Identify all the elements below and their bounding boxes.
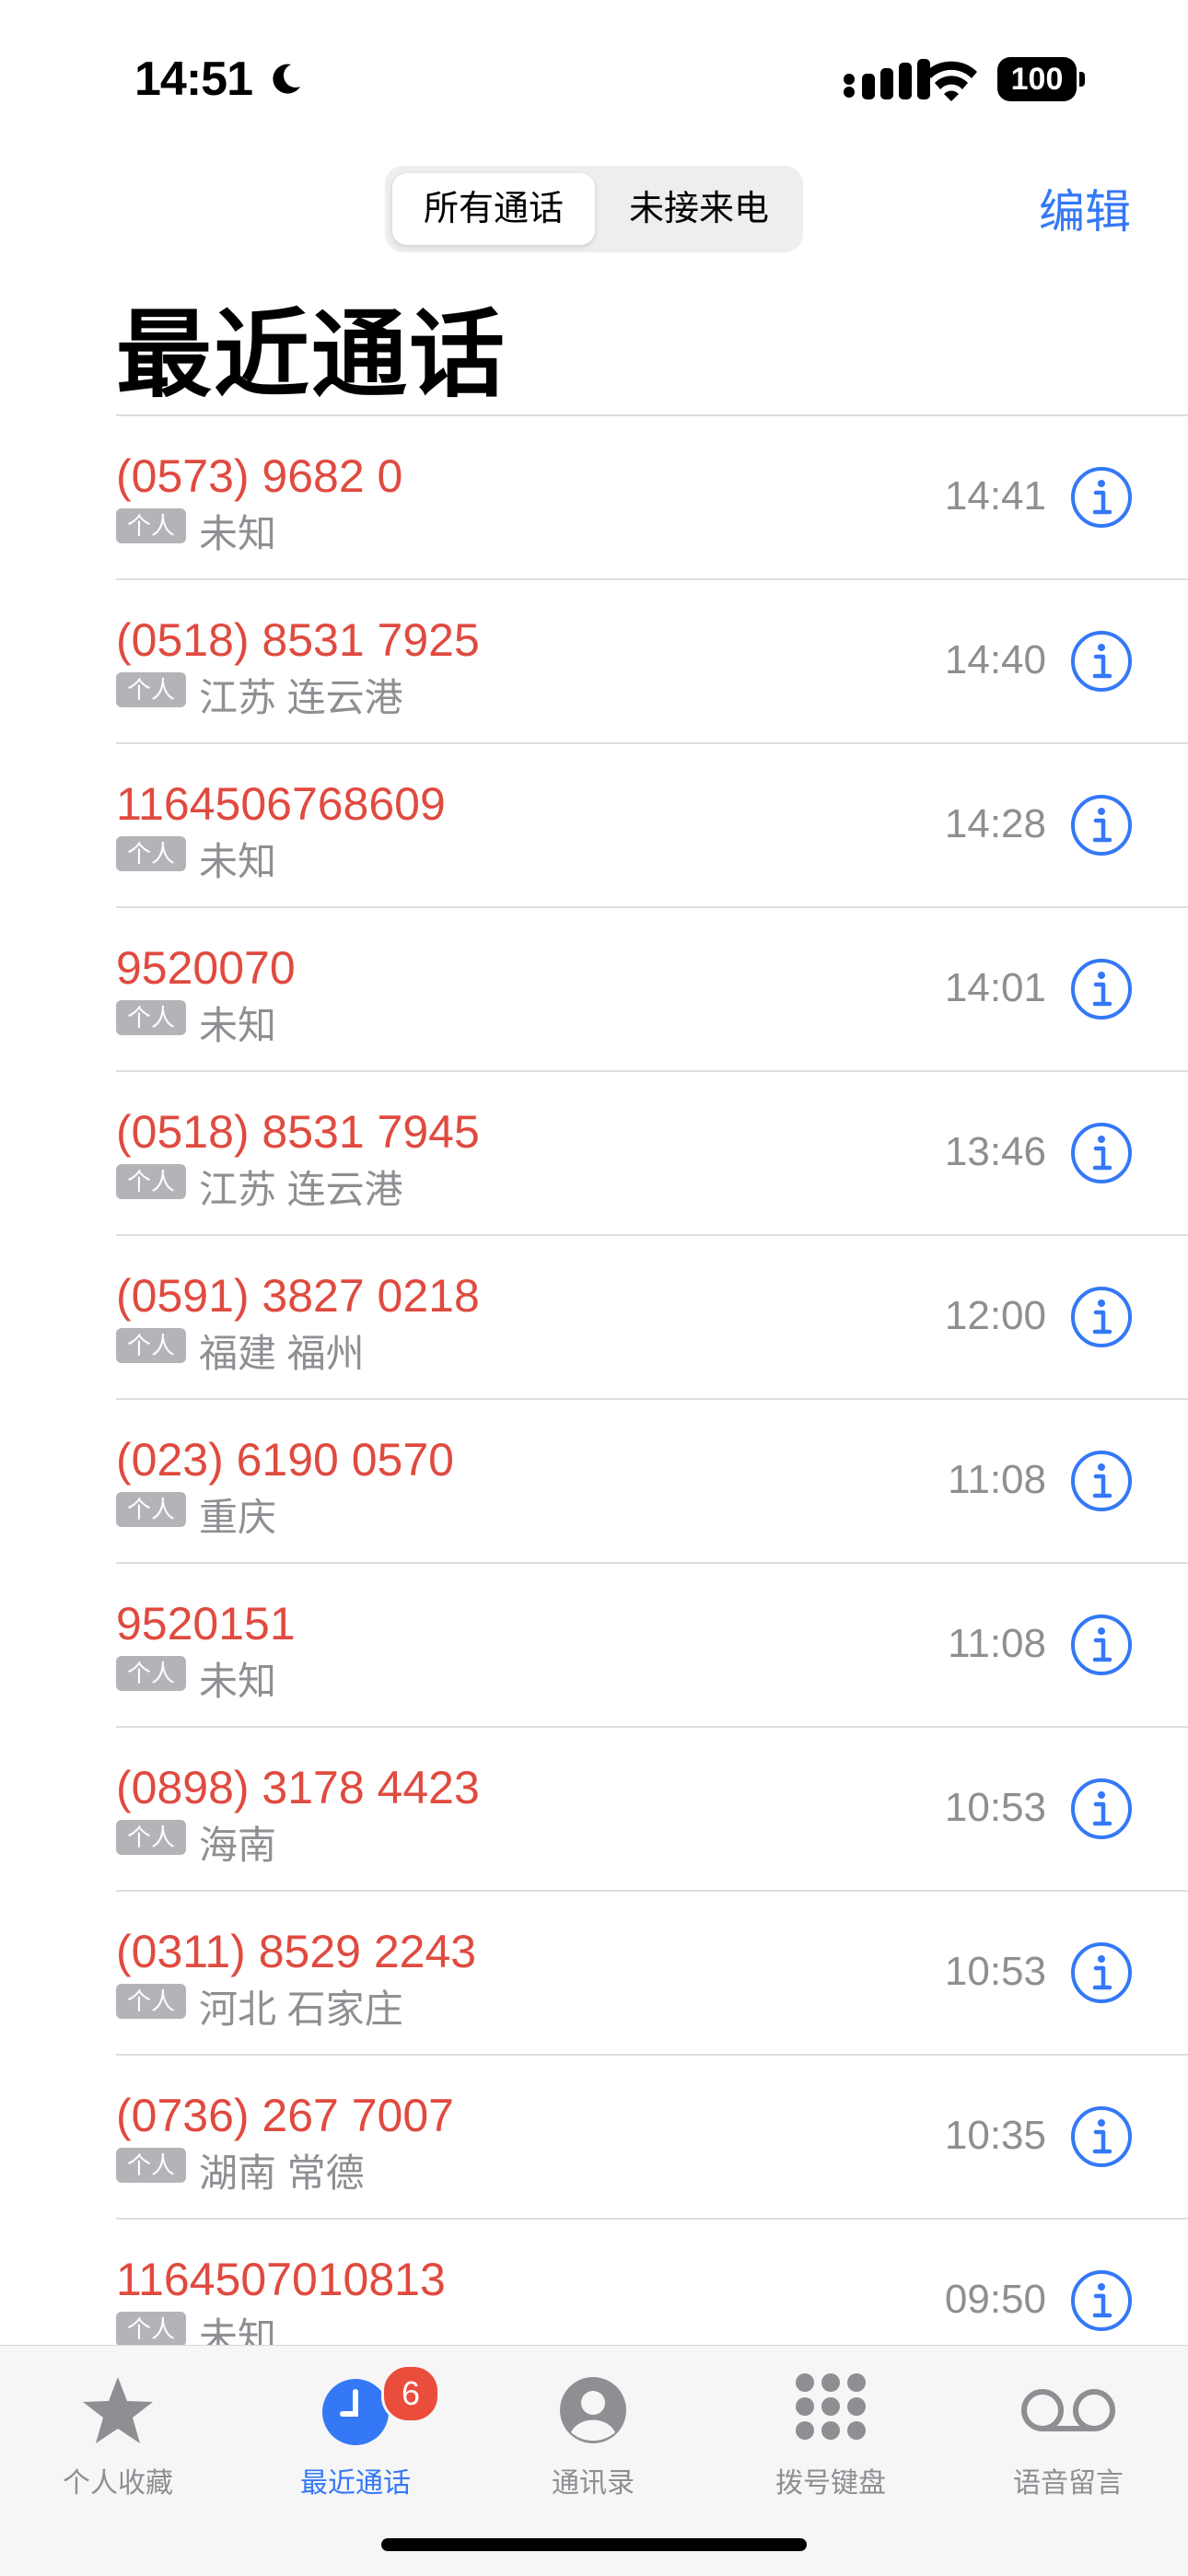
call-number: 1164506768609 [116, 778, 446, 830]
call-row[interactable]: (0311) 8529 2243 个人 河北 石家庄 10:53 [116, 1890, 1188, 2054]
call-number: (0898) 3178 4423 [116, 1762, 480, 1813]
tab-voicemail[interactable]: 语音留言 [967, 2364, 1170, 2502]
info-icon[interactable] [1070, 1941, 1133, 2004]
call-label-tag: 个人 [116, 1164, 186, 1199]
call-label-tag: 个人 [116, 672, 186, 707]
wifi-icon [926, 61, 977, 101]
tab-contacts-label: 通讯录 [552, 2468, 635, 2499]
call-location: 未知 [199, 512, 277, 555]
call-location: 海南 [199, 1824, 277, 1867]
tab-keypad[interactable]: 拨号键盘 [729, 2364, 932, 2502]
status-bar: 14:51 100 [0, 0, 1188, 157]
call-number: (0573) 9682 0 [116, 450, 403, 502]
star-icon [83, 2377, 153, 2443]
call-number: (023) 6190 0570 [116, 1434, 454, 1486]
call-row[interactable]: (0518) 8531 7925 个人 江苏 连云港 14:40 [116, 578, 1188, 742]
page-title: 最近通话 [116, 302, 507, 409]
call-row[interactable]: (0591) 3827 0218 个人 福建 福州 12:00 [116, 1234, 1188, 1398]
keypad-icon [796, 2373, 866, 2440]
call-location: 河北 石家庄 [199, 1987, 403, 2031]
status-time: 14:51 [134, 52, 253, 106]
recents-badge: 6 [381, 2364, 440, 2423]
call-number: 9520070 [116, 942, 296, 994]
call-label-tag: 个人 [116, 1328, 186, 1363]
moon-icon [273, 64, 300, 94]
call-time: 13:46 [944, 1129, 1046, 1174]
info-icon[interactable] [1070, 1778, 1133, 1840]
call-number: (0518) 8531 7945 [116, 1106, 480, 1158]
tab-favorites[interactable]: 个人收藏 [17, 2364, 219, 2502]
tab-keypad-label: 拨号键盘 [775, 2468, 886, 2499]
info-icon[interactable] [1070, 958, 1133, 1020]
tab-contacts[interactable]: 通讯录 [492, 2364, 694, 2502]
info-icon[interactable] [1070, 1286, 1133, 1348]
person-icon [560, 2377, 626, 2443]
tab-voicemail-label: 语音留言 [1013, 2468, 1124, 2499]
tab-recents-label: 最近通话 [300, 2468, 411, 2499]
call-time: 10:53 [944, 1949, 1046, 1994]
cellular-signal-icon [844, 59, 930, 99]
call-time: 12:00 [944, 1293, 1046, 1338]
call-filter-segment: 所有通话 未接来电 [385, 166, 803, 252]
tab-favorites-label: 个人收藏 [63, 2468, 173, 2499]
call-row[interactable]: (0898) 3178 4423 个人 海南 10:53 [116, 1726, 1188, 1890]
call-number: (0518) 8531 7925 [116, 614, 480, 666]
call-time: 14:41 [944, 473, 1046, 519]
call-location: 福建 福州 [199, 1332, 365, 1375]
call-label-tag: 个人 [116, 2148, 186, 2183]
info-icon[interactable] [1070, 466, 1133, 529]
home-indicator[interactable] [381, 2538, 807, 2551]
call-label-tag: 个人 [116, 1820, 186, 1855]
call-label-tag: 个人 [116, 836, 186, 871]
call-number: (0311) 8529 2243 [116, 1926, 477, 1977]
call-label-tag: 个人 [116, 1492, 186, 1527]
tab-recents[interactable]: 6 最近通话 [254, 2364, 457, 2502]
call-row[interactable]: 9520070 个人 未知 14:01 [116, 906, 1188, 1070]
call-label-tag: 个人 [116, 1000, 186, 1035]
call-location: 江苏 连云港 [199, 676, 403, 719]
call-number: (0736) 267 7007 [116, 2090, 454, 2141]
info-icon[interactable] [1070, 2105, 1133, 2168]
call-row[interactable]: (023) 6190 0570 个人 重庆 11:08 [116, 1398, 1188, 1562]
edit-button[interactable]: 编辑 [1039, 175, 1131, 241]
info-icon[interactable] [1070, 1614, 1133, 1676]
call-location: 重庆 [199, 1496, 277, 1539]
call-number: 1164507010813 [116, 2254, 446, 2305]
call-time: 11:08 [948, 1457, 1046, 1502]
recent-calls-list: (0573) 9682 0 个人 未知 14:41 (0518) 8531 7925 个人… [116, 414, 1188, 2382]
call-time: 11:08 [948, 1621, 1046, 1666]
call-label-tag: 个人 [116, 2312, 186, 2347]
call-row[interactable]: (0518) 8531 7945 个人 江苏 连云港 13:46 [116, 1070, 1188, 1234]
call-location: 湖南 常德 [199, 2151, 365, 2195]
info-icon[interactable] [1070, 794, 1133, 857]
call-label-tag: 个人 [116, 508, 186, 543]
call-number: 9520151 [116, 1598, 296, 1649]
call-row[interactable]: (0736) 267 7007 个人 湖南 常德 10:35 [116, 2054, 1188, 2218]
call-location: 未知 [199, 1660, 277, 1703]
call-time: 10:53 [944, 1785, 1046, 1830]
info-icon[interactable] [1070, 2269, 1133, 2332]
call-time: 14:01 [944, 965, 1046, 1010]
call-location: 未知 [199, 840, 277, 883]
call-number: (0591) 3827 0218 [116, 1270, 480, 1322]
call-location: 江苏 连云港 [199, 1168, 403, 1211]
segment-all-calls[interactable]: 所有通话 [392, 173, 595, 245]
call-row[interactable]: (0573) 9682 0 个人 未知 14:41 [116, 414, 1188, 578]
call-time: 14:40 [944, 637, 1046, 682]
battery-level: 100 [997, 57, 1077, 101]
segment-missed-calls[interactable]: 未接来电 [602, 173, 796, 245]
call-time: 14:28 [944, 801, 1046, 846]
call-time: 10:35 [944, 2113, 1046, 2158]
call-row[interactable]: 1164506768609 个人 未知 14:28 [116, 742, 1188, 906]
voicemail-icon [1021, 2389, 1115, 2431]
info-icon[interactable] [1070, 1122, 1133, 1184]
call-row[interactable]: 9520151 个人 未知 11:08 [116, 1562, 1188, 1726]
call-label-tag: 个人 [116, 1984, 186, 2019]
info-icon[interactable] [1070, 1450, 1133, 1512]
call-label-tag: 个人 [116, 1656, 186, 1691]
battery-icon: 100 [997, 57, 1086, 103]
call-time: 09:50 [944, 2277, 1046, 2322]
call-location: 未知 [199, 1004, 277, 1047]
info-icon[interactable] [1070, 630, 1133, 693]
